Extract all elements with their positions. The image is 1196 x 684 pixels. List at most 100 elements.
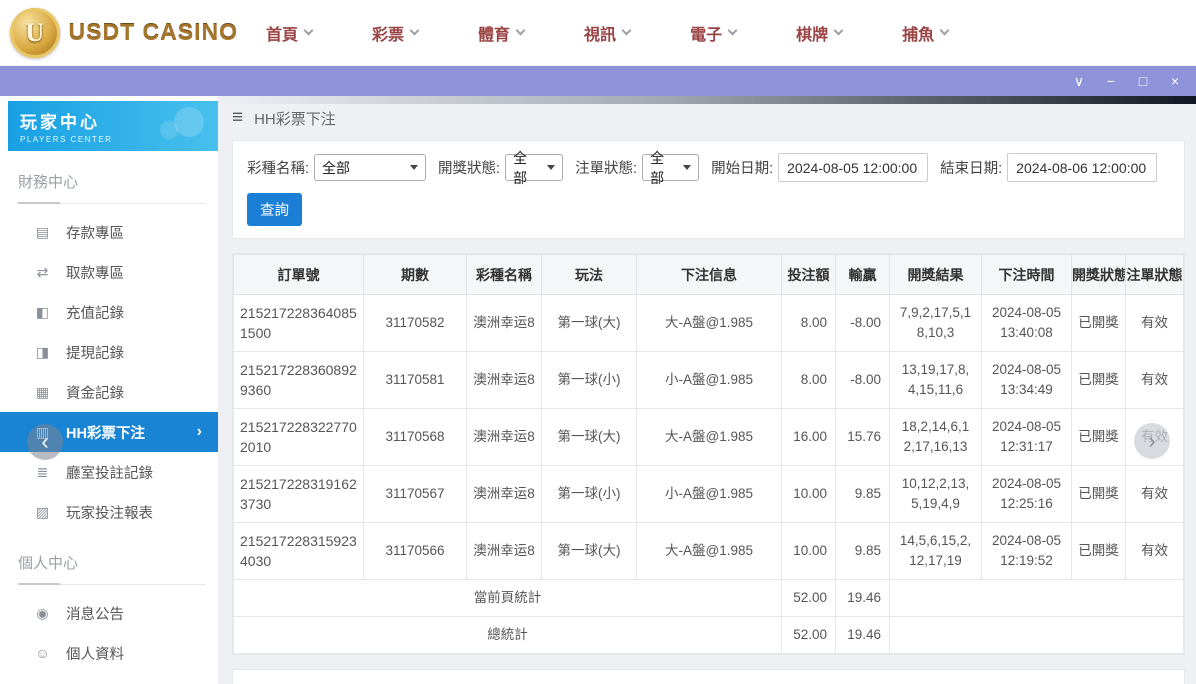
deposit-icon: ▤ (34, 224, 51, 241)
nav-item-electronic[interactable]: 電子 (690, 21, 736, 45)
sidebar-item-label: 個人資料 (66, 643, 124, 664)
cell-lottery: 澳洲幸运8 (467, 523, 542, 580)
summary-win-loss: 19.46 (836, 617, 890, 654)
cell-draw-status: 已開獎 (1072, 409, 1126, 466)
cell-result: 18,2,14,6,12,17,16,13 (890, 409, 982, 466)
window-maximize-icon[interactable]: □ (1132, 66, 1154, 96)
finance-menu: ▤ 存款專區 ⇄ 取款專區 ◧ 充值記錄 ◨ 提現記錄 ▦ 資金記錄 (0, 204, 218, 532)
cell-win-loss: 15.76 (836, 409, 890, 466)
nav-item-sports[interactable]: 體育 (478, 21, 524, 45)
sidebar-item-funds-records[interactable]: ▦ 資金記錄 (0, 372, 218, 412)
cell-lottery: 澳洲幸运8 (467, 409, 542, 466)
sidebar-item-label: 充值記錄 (66, 302, 124, 323)
chevron-down-icon (516, 26, 526, 36)
cell-win-loss: -8.00 (836, 295, 890, 352)
window-collapse-icon[interactable]: ∨ (1068, 66, 1090, 96)
app-window: U USDT CASINO 首頁 彩票 體育 視訊 電子 (0, 0, 1196, 684)
panel-expand-button[interactable]: › (1134, 423, 1170, 459)
chevron-down-icon (622, 26, 632, 36)
hamburger-menu-icon[interactable]: ≡ (232, 107, 243, 129)
main-content: ≡ HH彩票下注 彩種名稱: 全部 開獎狀態: (218, 96, 1196, 684)
pagination-card-partial (232, 669, 1185, 684)
sidebar-item-profile[interactable]: ☺ 個人資料 (0, 633, 218, 673)
lottery-type-select[interactable]: 全部 (314, 154, 426, 181)
col-header-order-status: 注單狀態 (1126, 255, 1184, 295)
summary-empty (890, 617, 1184, 654)
cell-order-status: 有效 (1126, 352, 1184, 409)
order-status-select[interactable]: 全部 (642, 154, 699, 181)
sidebar-item-label: 玩家投注報表 (66, 502, 153, 523)
cell-draw-status: 已開獎 (1072, 295, 1126, 352)
table-row: 2152172283640851500 31170582 澳洲幸运8 第一球(大… (234, 295, 1184, 352)
cell-bet-info: 大-A盤@1.985 (637, 295, 782, 352)
brand-logo[interactable]: U USDT CASINO (0, 8, 238, 58)
start-date-input[interactable] (778, 153, 928, 182)
nav-item-video[interactable]: 視訊 (584, 21, 630, 45)
window-close-icon[interactable]: × (1164, 66, 1186, 96)
cell-order-no: 2152172283640851500 (234, 295, 364, 352)
draw-status-value: 全部 (513, 148, 538, 188)
nav-item-label: 首頁 (266, 21, 298, 45)
cell-order-no: 2152172283191623730 (234, 466, 364, 523)
nav-item-chess[interactable]: 棋牌 (796, 21, 842, 45)
table-row: 2152172283191623730 31170567 澳洲幸运8 第一球(小… (234, 466, 1184, 523)
filter-order-status: 注單狀態: 全部 (575, 154, 699, 181)
window-title-bar: ∨ − □ × (0, 66, 1196, 96)
cell-result: 10,12,2,13,5,19,4,9 (890, 466, 982, 523)
cell-bet-time: 2024-08-05 12:19:52 (982, 523, 1072, 580)
end-date-label: 結束日期: (940, 157, 1002, 178)
cell-result: 14,5,6,15,2,12,17,19 (890, 523, 982, 580)
col-header-draw-status: 開獎狀態 (1072, 255, 1126, 295)
cell-win-loss: -8.00 (836, 352, 890, 409)
order-status-label: 注單狀態: (575, 157, 637, 178)
summary-amount: 52.00 (782, 580, 836, 617)
cell-play: 第一球(小) (542, 466, 637, 523)
bets-table: 訂單號 期數 彩種名稱 玩法 下注信息 投注額 輸贏 開獎結果 下注時間 開獎狀… (233, 254, 1184, 654)
sidebar-item-room-bet-records[interactable]: ≣ 廳室投註記錄 (0, 452, 218, 492)
start-date-label: 開始日期: (711, 157, 773, 178)
chevron-down-icon (410, 26, 420, 36)
draw-status-select[interactable]: 全部 (505, 154, 563, 181)
sidebar-collapse-button[interactable]: ‹ (27, 424, 63, 460)
sidebar-item-label: 提現記錄 (66, 342, 124, 363)
nav-item-label: 棋牌 (796, 21, 828, 45)
search-button[interactable]: 查詢 (247, 193, 302, 226)
cell-bet-info: 大-A盤@1.985 (637, 523, 782, 580)
window-minimize-icon[interactable]: − (1100, 66, 1122, 96)
filter-lottery-type: 彩種名稱: 全部 (247, 154, 426, 181)
cell-play: 第一球(大) (542, 409, 637, 466)
end-date-input[interactable] (1007, 153, 1157, 182)
cell-draw-status: 已開獎 (1072, 523, 1126, 580)
cell-amount: 8.00 (782, 295, 836, 352)
nav-item-fishing[interactable]: 捕魚 (902, 21, 948, 45)
nav-item-home[interactable]: 首頁 (266, 21, 312, 45)
cell-lottery: 澳洲幸运8 (467, 352, 542, 409)
total-summary-row: 總統計 52.00 19.46 (234, 617, 1184, 654)
cell-bet-info: 小-A盤@1.985 (637, 352, 782, 409)
summary-label: 總統計 (234, 617, 782, 654)
lottery-type-value: 全部 (322, 158, 350, 178)
nav-item-lottery[interactable]: 彩票 (372, 21, 418, 45)
sidebar-item-change-password[interactable]: ⚙ 修改密碼 (0, 673, 218, 684)
col-header-lottery: 彩種名稱 (467, 255, 542, 295)
sidebar-item-label: 消息公告 (66, 603, 124, 624)
sidebar-item-player-bet-report[interactable]: ▨ 玩家投注報表 (0, 492, 218, 532)
bets-table-card: 訂單號 期數 彩種名稱 玩法 下注信息 投注額 輸贏 開獎結果 下注時間 開獎狀… (232, 253, 1185, 655)
summary-label: 當前頁統計 (234, 580, 782, 617)
sidebar-item-recharge-records[interactable]: ◧ 充值記錄 (0, 292, 218, 332)
cell-result: 7,9,2,17,5,18,10,3 (890, 295, 982, 352)
sidebar-item-announcements[interactable]: ◉ 消息公告 (0, 593, 218, 633)
cell-order-no: 2152172283608929360 (234, 352, 364, 409)
col-header-play: 玩法 (542, 255, 637, 295)
sidebar-item-deposit[interactable]: ▤ 存款專區 (0, 212, 218, 252)
cell-play: 第一球(大) (542, 295, 637, 352)
cell-bet-info: 小-A盤@1.985 (637, 466, 782, 523)
col-header-bet-time: 下注時間 (982, 255, 1072, 295)
sidebar-item-withdrawal-records[interactable]: ◨ 提現記錄 (0, 332, 218, 372)
sidebar-item-withdraw[interactable]: ⇄ 取款專區 (0, 252, 218, 292)
table-row: 2152172283608929360 31170581 澳洲幸运8 第一球(小… (234, 352, 1184, 409)
chevron-down-icon (940, 26, 950, 36)
withdrawal-record-icon: ◨ (34, 344, 51, 361)
room-record-icon: ≣ (34, 464, 51, 481)
main-nav: 首頁 彩票 體育 視訊 電子 棋牌 (266, 21, 1008, 45)
